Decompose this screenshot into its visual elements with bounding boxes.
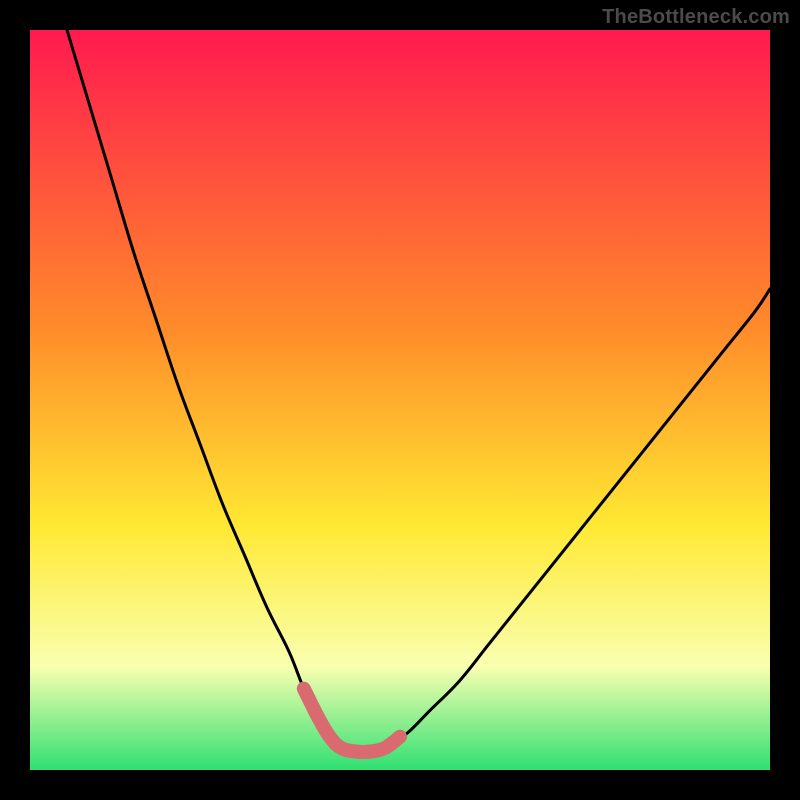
valley-highlight <box>304 689 400 752</box>
watermark-text: TheBottleneck.com <box>602 6 790 29</box>
chart-frame: TheBottleneck.com <box>0 0 800 800</box>
bottleneck-curve <box>67 30 770 752</box>
chart-svg <box>30 30 770 770</box>
